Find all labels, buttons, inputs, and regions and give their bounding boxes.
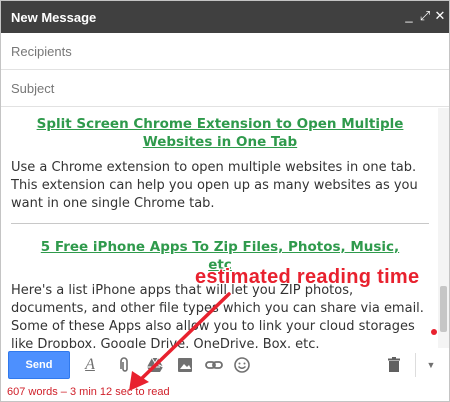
compose-window: New Message _ ⤢ ✕ Recipients Subject Spl… [0,0,450,402]
divider [11,223,429,224]
word-count-status: 607 words – 3 min 12 sec to read [7,386,170,398]
trash-icon[interactable] [384,355,404,375]
popout-icon[interactable]: ⤢ [417,8,433,24]
format-text-icon[interactable]: A [80,355,100,375]
link-icon[interactable] [204,355,224,375]
article-title-link[interactable]: Split Screen Chrome Extension to Open Mu… [33,115,407,151]
subject-field[interactable]: Subject [1,70,449,107]
more-options-icon[interactable]: ▼ [421,355,441,375]
compose-titlebar[interactable]: New Message _ ⤢ ✕ [1,1,449,33]
article-text: Here's a list iPhone apps that will let … [11,283,424,348]
window-title: New Message [11,10,97,25]
message-body[interactable]: Split Screen Chrome Extension to Open Mu… [1,108,437,348]
close-icon[interactable]: ✕ [432,8,448,24]
toolbar-separator [415,353,416,377]
body-scrollbar[interactable] [438,108,449,348]
recipients-field[interactable]: Recipients [1,33,449,70]
emoji-icon[interactable] [232,355,252,375]
minimize-icon[interactable]: _ [401,8,417,24]
send-button[interactable]: Send [8,351,70,379]
drive-icon[interactable] [145,355,165,375]
scroll-thumb[interactable] [440,286,447,332]
red-dot-marker [431,329,437,335]
photo-icon[interactable] [175,355,195,375]
compose-toolbar: Send A ▼ [1,349,449,381]
article-text: Use a Chrome extension to open multiple … [11,160,418,211]
annotation-label: estimated reading time [195,266,420,288]
attach-icon[interactable] [114,355,134,375]
